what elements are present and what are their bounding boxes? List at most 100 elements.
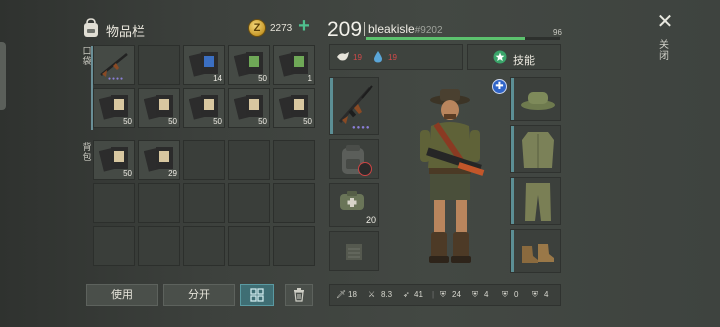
backpack-slot[interactable] (273, 226, 315, 266)
pocket-grid: ●●●● 14 50 1 50 50 50 50 50 (93, 45, 315, 128)
item-count: 50 (303, 117, 312, 126)
backpack-label: 背包 (82, 142, 92, 162)
player-level: 209 (327, 18, 363, 41)
jacket-icon (522, 132, 554, 168)
slot-indicator (330, 78, 333, 134)
pocket-slot[interactable]: ●●●● (93, 45, 135, 85)
left-edge-tab[interactable] (0, 42, 6, 110)
item-count: 50 (123, 117, 132, 126)
backpack-slot[interactable] (329, 139, 379, 179)
pocket-slot[interactable]: 50 (228, 45, 270, 85)
backpack-slot[interactable] (228, 140, 270, 180)
leg-armor-slot[interactable] (510, 177, 561, 225)
backpack-grid: 50 29 (93, 140, 315, 266)
shield-slot[interactable] (329, 231, 379, 271)
water-value: 19 (388, 53, 397, 62)
use-button[interactable]: 使用 (86, 284, 158, 306)
inventory-header: 物品栏 Z 2273 + (82, 16, 318, 40)
backpack-slot[interactable] (228, 226, 270, 266)
weapon-quality-dots: ●●●● (352, 125, 371, 131)
other-shield-icon: ⛨ (532, 290, 538, 299)
clan-badge-icon[interactable]: ✚ (492, 79, 507, 94)
badge-icon (358, 162, 372, 176)
item-count: 50 (123, 169, 132, 178)
pocket-slot[interactable]: 50 (273, 88, 315, 128)
trash-button[interactable] (285, 284, 313, 306)
split-button[interactable]: 分开 (163, 284, 235, 306)
slot-indicator (511, 126, 514, 172)
skills-label: 技能 (513, 55, 535, 67)
pocket-slot[interactable]: 1 (273, 45, 315, 85)
vest-placeholder-icon (346, 244, 362, 260)
player-name: bleakisle#9202 (368, 22, 443, 36)
attack-icon: ➶ (403, 290, 410, 299)
other-value: 4 (544, 290, 549, 299)
armor-value: 24 (452, 290, 461, 299)
attack-value: 41 (414, 290, 423, 299)
backpack-slot[interactable]: 50 (93, 140, 135, 180)
food-icon (337, 52, 349, 61)
item-count: 50 (213, 117, 222, 126)
item-count: 14 (213, 74, 222, 83)
boonie-hat-icon (521, 92, 555, 110)
backpack-slot[interactable] (93, 226, 135, 266)
skills-button[interactable]: 技能 (467, 44, 561, 70)
head-armor-slot[interactable] (510, 77, 561, 121)
name-separator (364, 22, 365, 36)
armor-shield-icon: ⛨ (440, 290, 446, 299)
combat-stats-bar: 🗡 18 ⚔ 8.3 ➶ 41 | ⛨ 24 ⛨ 4 ⛨ 0 ⛨ 4 (329, 284, 561, 306)
pocket-slot[interactable]: 14 (183, 45, 225, 85)
bio-shield-icon: ⛨ (502, 290, 508, 299)
pocket-slot[interactable]: 50 (138, 88, 180, 128)
backpack-slot[interactable] (183, 183, 225, 223)
coin-count: 2273 (270, 23, 293, 34)
damage-icon: 🗡 (336, 290, 347, 299)
item-count: 29 (168, 169, 177, 178)
resist-icon: ⛨ (472, 290, 478, 299)
primary-weapon-slot[interactable]: ●●●● (329, 77, 379, 135)
player-name-text: bleakisle (368, 22, 415, 36)
speed-value: 8.3 (381, 290, 393, 299)
ammo-count: 20 (365, 215, 376, 225)
pocket-slot[interactable] (138, 45, 180, 85)
backpack-slot[interactable] (138, 183, 180, 223)
sort-grid-button[interactable] (240, 284, 274, 306)
ammo-slot[interactable]: 20 (329, 183, 379, 227)
add-coins-button[interactable]: + (295, 16, 313, 36)
ak-rifle-icon (100, 53, 128, 77)
body-armor-slot[interactable] (510, 125, 561, 173)
item-count: 1 (307, 74, 312, 83)
backpack-slot[interactable] (138, 226, 180, 266)
water-drop-icon (374, 51, 382, 63)
backpack-slot[interactable] (228, 183, 270, 223)
player-id: #9202 (414, 25, 443, 36)
backpack-slot[interactable]: 29 (138, 140, 180, 180)
close-button[interactable]: ✕ (655, 12, 675, 32)
damage-value: 18 (348, 290, 357, 299)
pocket-slot[interactable]: 50 (183, 88, 225, 128)
pocket-slot[interactable]: 50 (93, 88, 135, 128)
xp-bar-fill (366, 37, 526, 40)
backpack-slot[interactable] (273, 183, 315, 223)
stats-divider: | (432, 290, 435, 299)
trash-icon (294, 288, 304, 302)
star-icon (493, 50, 507, 64)
backpack-slot[interactable] (183, 226, 225, 266)
survival-stats: 19 19 (329, 44, 463, 70)
player-character (420, 89, 485, 263)
xp-bar (366, 37, 560, 40)
item-count: 50 (168, 117, 177, 126)
pocket-slot[interactable]: 50 (228, 88, 270, 128)
backpack-icon (84, 18, 98, 37)
item-count: 50 (258, 74, 267, 83)
backpack-slot[interactable] (183, 140, 225, 180)
boots-icon (522, 244, 554, 263)
speed-icon: ⚔ (368, 290, 376, 299)
close-label[interactable]: 关闭 (658, 40, 670, 62)
medkit-bag-icon (340, 191, 364, 210)
backpack-slot[interactable] (93, 183, 135, 223)
ak-rifle-icon (338, 85, 373, 124)
backpack-slot[interactable] (273, 140, 315, 180)
feet-armor-slot[interactable] (510, 229, 561, 273)
xp-value: 96 (553, 28, 562, 37)
